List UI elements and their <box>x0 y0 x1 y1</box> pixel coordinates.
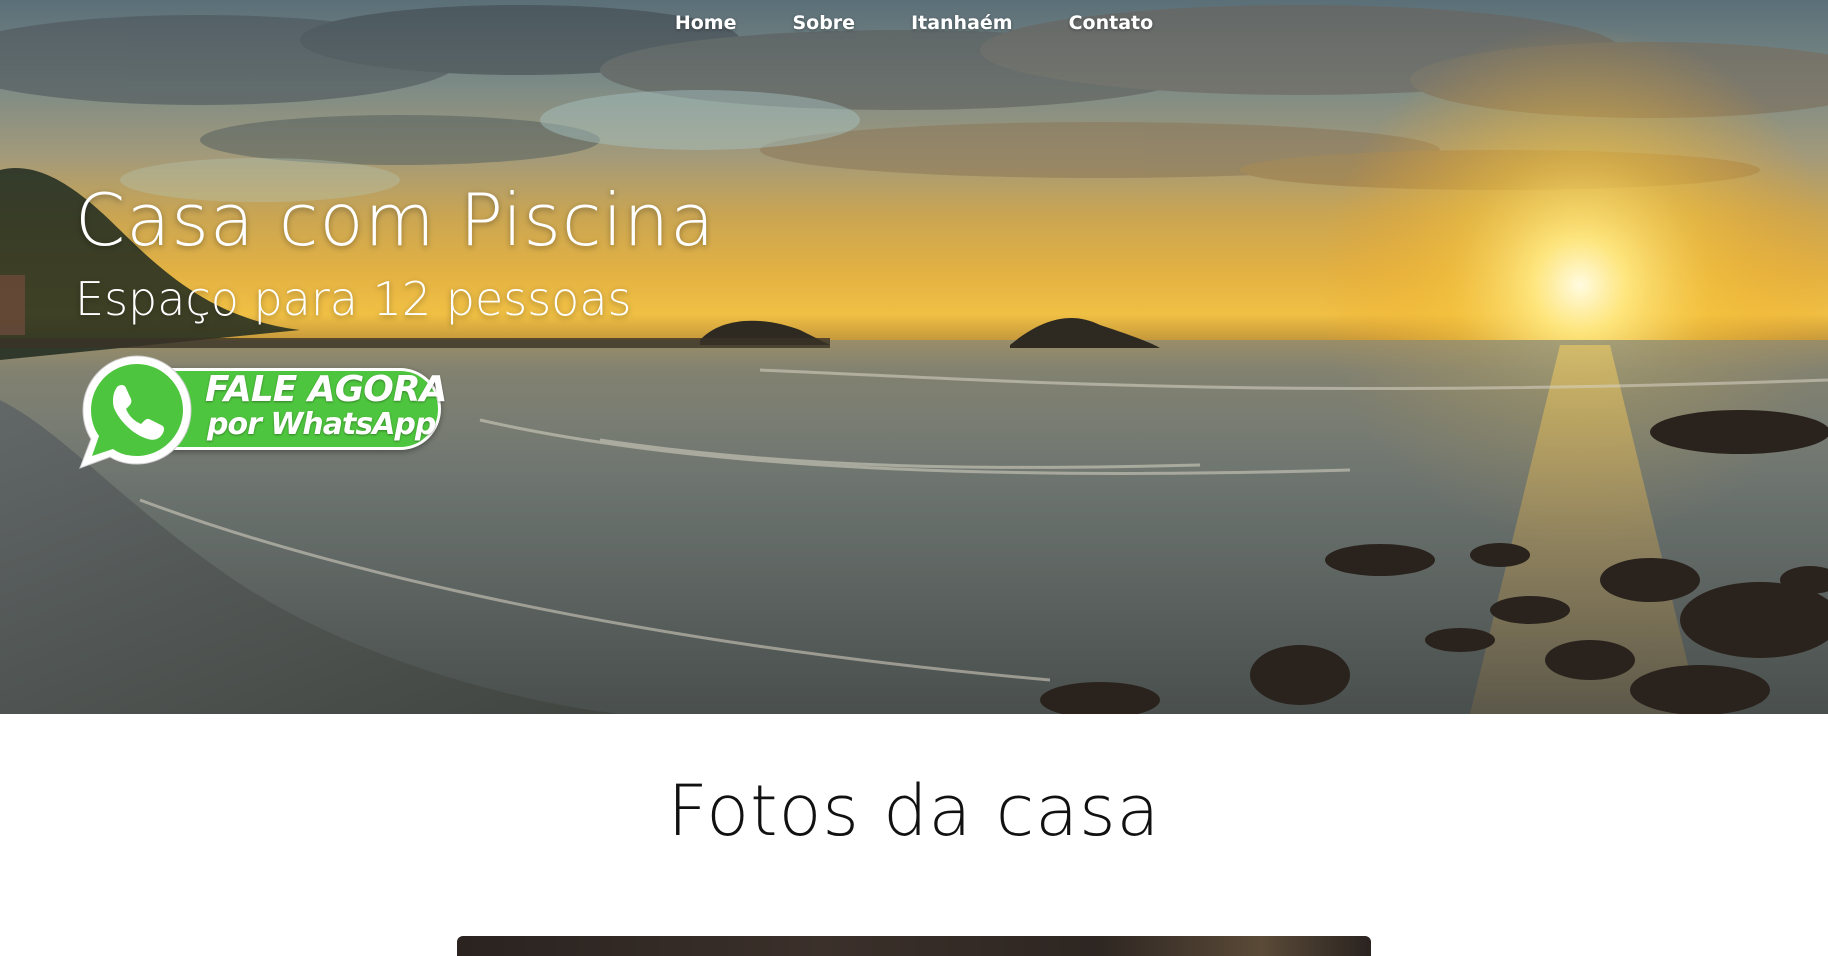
gallery-first-photo[interactable] <box>457 936 1371 956</box>
hero-title: Casa com Piscina <box>75 178 716 262</box>
whatsapp-cta-line1: FALE AGORA <box>205 369 447 410</box>
nav-home-link[interactable]: Home <box>675 10 737 36</box>
whatsapp-cta-line2: por WhatsApp <box>207 407 436 442</box>
hero-banner: Home Sobre Itanhaém Contato Casa com Pis… <box>0 0 1828 714</box>
gallery-title: Fotos da casa <box>667 770 1161 852</box>
nav-contato-link[interactable]: Contato <box>1069 10 1154 36</box>
main-nav: Home Sobre Itanhaém Contato <box>0 10 1828 36</box>
whatsapp-icon <box>79 355 192 469</box>
whatsapp-cta-button[interactable]: FALE AGORA por WhatsApp <box>76 350 447 472</box>
nav-itanhaem-link[interactable]: Itanhaém <box>911 10 1013 36</box>
nav-sobre-link[interactable]: Sobre <box>792 10 855 36</box>
hero-subtitle: Espaço para 12 pessoas <box>75 272 632 326</box>
